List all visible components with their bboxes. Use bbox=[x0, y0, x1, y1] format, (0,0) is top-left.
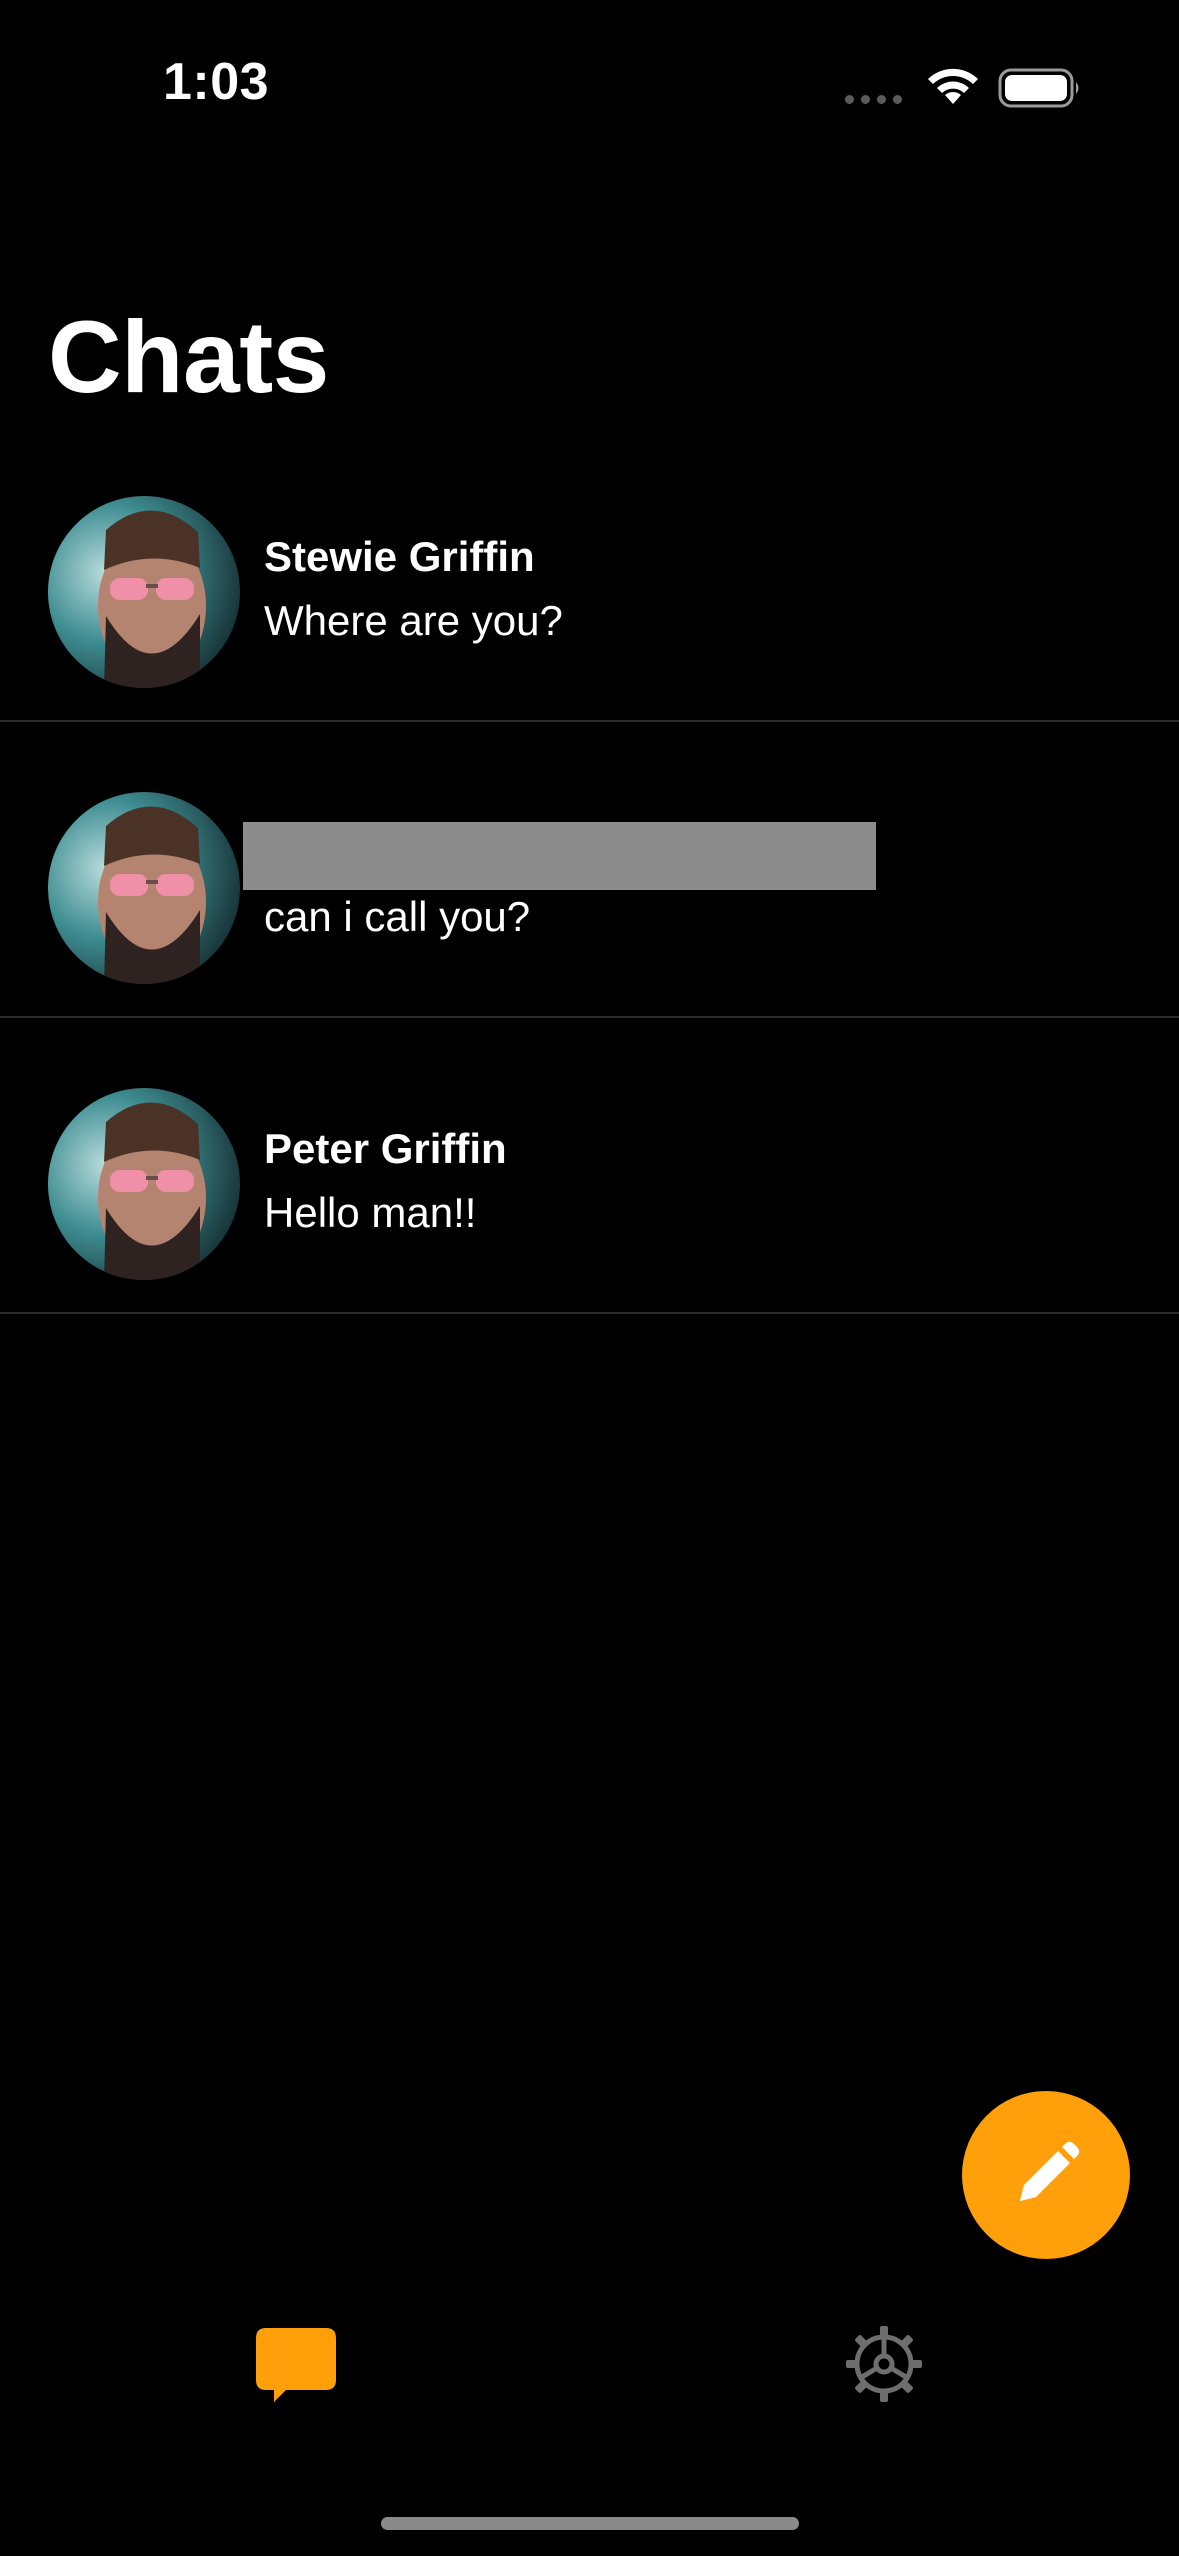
chat-name: Peter Griffin bbox=[264, 1125, 507, 1172]
chat-list: Stewie Griffin Where are you? can i call… bbox=[0, 426, 1179, 1314]
redacted-name bbox=[243, 822, 876, 890]
gear-icon[interactable] bbox=[844, 2324, 924, 2404]
cellular-signal-icon bbox=[845, 95, 902, 104]
wifi-icon bbox=[928, 68, 978, 104]
chat-preview: Hello man!! bbox=[264, 1189, 477, 1236]
chat-row[interactable]: can i call you? bbox=[0, 722, 1179, 1018]
battery-icon bbox=[998, 68, 1079, 108]
chat-row[interactable]: Stewie Griffin Where are you? bbox=[0, 426, 1179, 722]
pencil-icon bbox=[1020, 2141, 1080, 2201]
chat-row[interactable]: Peter Griffin Hello man!! bbox=[0, 1018, 1179, 1314]
home-indicator bbox=[381, 2517, 799, 2530]
avatar bbox=[48, 496, 240, 688]
page-title: Chats bbox=[48, 300, 329, 414]
chat-bubble-icon[interactable] bbox=[256, 2328, 336, 2402]
avatar bbox=[48, 1088, 240, 1280]
avatar bbox=[48, 792, 240, 984]
chat-preview: can i call you? bbox=[264, 893, 531, 940]
chat-preview: Where are you? bbox=[264, 597, 563, 644]
chat-name: Stewie Griffin bbox=[264, 533, 535, 580]
compose-button[interactable] bbox=[962, 2091, 1130, 2259]
status-time: 1:03 bbox=[163, 53, 270, 111]
